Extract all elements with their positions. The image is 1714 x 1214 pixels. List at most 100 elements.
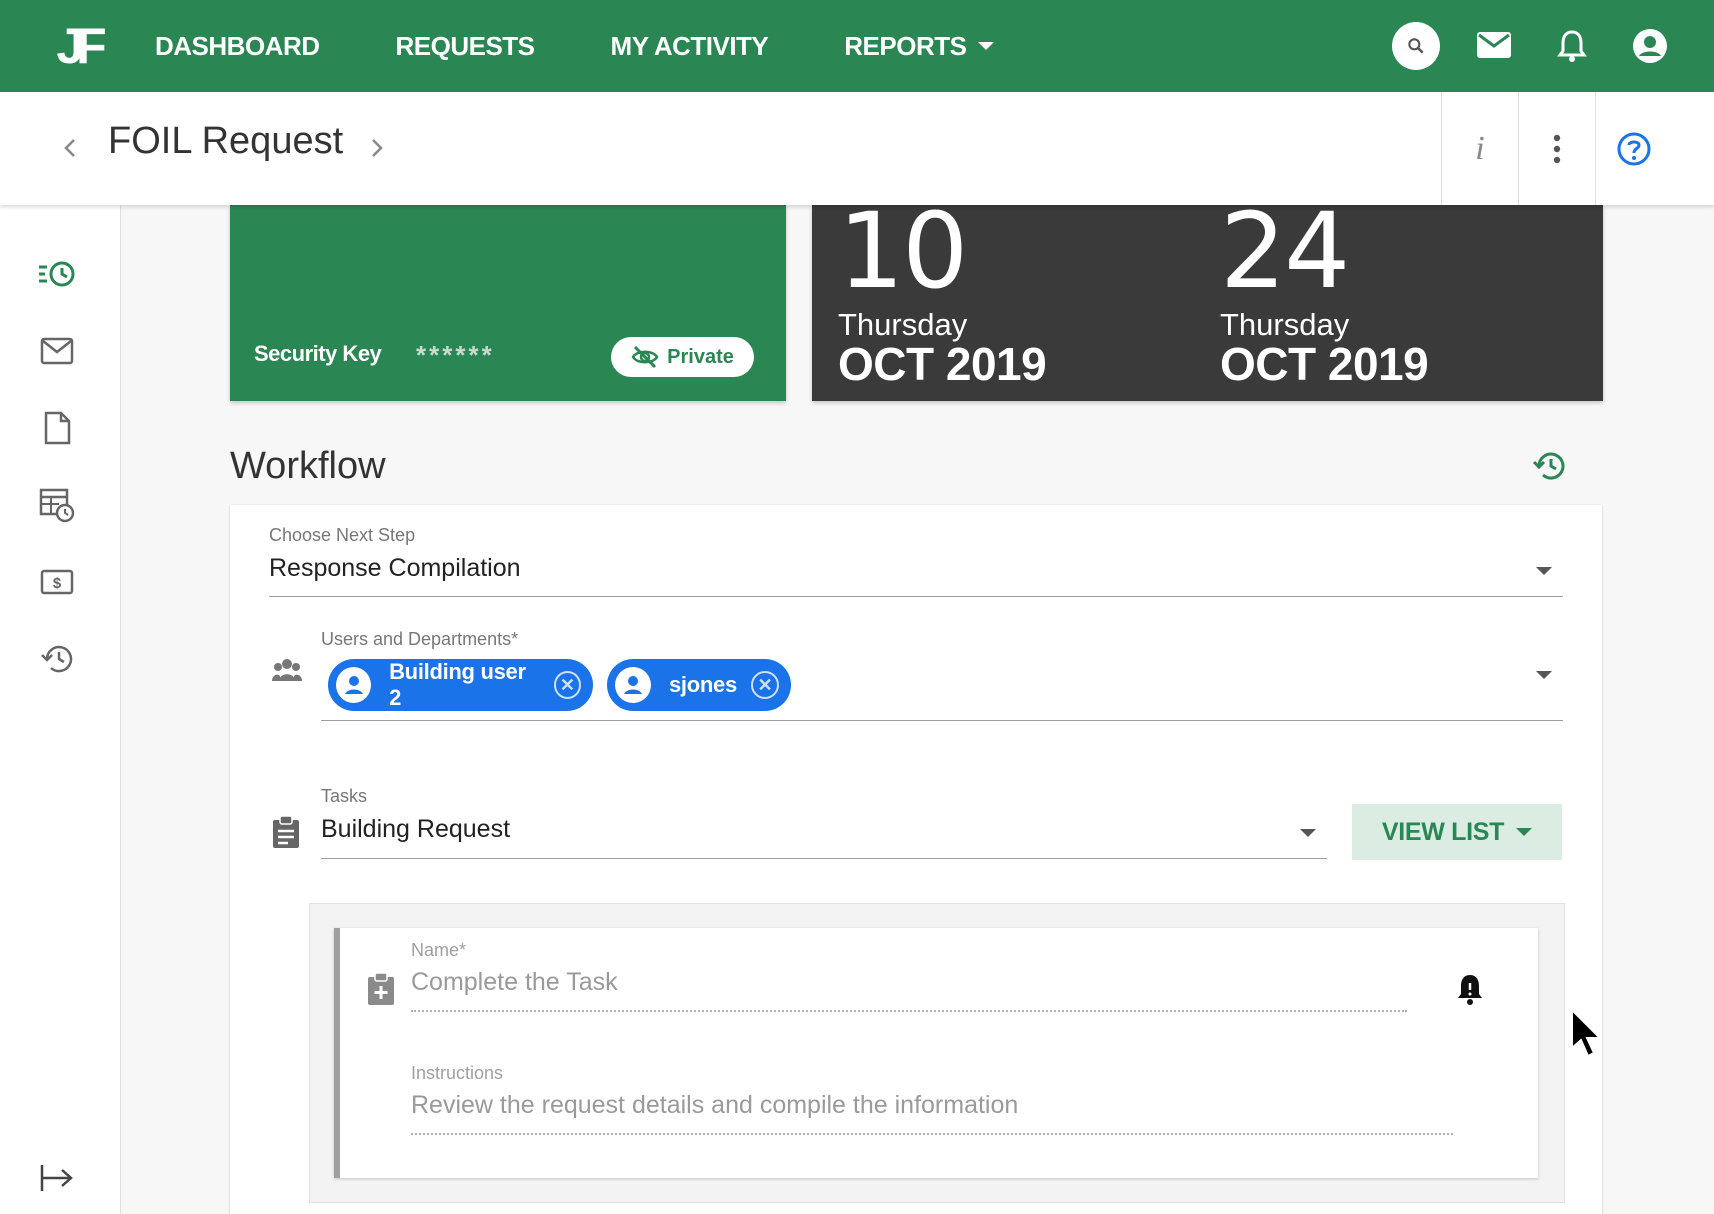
users-dropdown-caret-icon[interactable] (1536, 671, 1552, 679)
notifications-button[interactable] (1548, 22, 1596, 70)
users-underline (321, 720, 1563, 721)
view-list-button[interactable]: VIEW LIST (1352, 804, 1562, 860)
money-icon: $ (40, 569, 74, 595)
mouse-cursor-icon (1571, 1008, 1603, 1058)
next-step-label: Choose Next Step (269, 525, 416, 545)
eye-off-icon (631, 345, 659, 369)
reminder-bell-icon[interactable] (1455, 972, 1485, 1006)
sidebar-expand-button[interactable] (38, 1159, 76, 1197)
nav-my-activity[interactable]: MY ACTIVITY (611, 0, 769, 92)
security-key-value: ****** (416, 340, 495, 370)
more-options-button[interactable] (1518, 92, 1595, 205)
remove-chip-close-icon[interactable]: ✕ (553, 671, 581, 699)
view-list-caret-icon (1516, 828, 1533, 836)
bell-icon (1557, 30, 1587, 62)
account-circle-icon (1633, 29, 1667, 63)
workflow-title: Workflow (230, 445, 386, 487)
user-avatar-icon (336, 667, 372, 703)
clipboard-icon (273, 815, 299, 848)
reports-dropdown-caret-icon (978, 42, 995, 50)
chip-label: sjones (669, 672, 737, 697)
mail-outline-icon (40, 337, 74, 365)
more-vertical-icon (1553, 134, 1561, 163)
help-button[interactable] (1595, 92, 1672, 205)
nav-right-actions (1392, 0, 1674, 92)
page-title: FOIL Request (108, 120, 344, 162)
previous-request-button[interactable] (55, 130, 85, 166)
next-request-button[interactable] (362, 130, 392, 166)
search-icon (1408, 38, 1424, 54)
top-navigation-bar: JF DASHBOARD REQUESTS MY ACTIVITY REPORT… (0, 0, 1714, 92)
task-name-underline (411, 1010, 1407, 1012)
task-name-input[interactable]: Complete the Task (411, 968, 618, 997)
security-key-label: Security Key (254, 341, 382, 366)
history-icon (1532, 452, 1565, 480)
user-chip-sjones[interactable]: sjones ✕ (607, 659, 791, 711)
sidebar-item-schedule[interactable] (38, 486, 76, 524)
svg-text:$: $ (53, 575, 62, 592)
due-date-month-year: OCT 2019 (1220, 338, 1429, 390)
app-logo[interactable]: JF (0, 0, 155, 92)
dates-card: 10 Thursday OCT 2019 24 Thursday OCT 201… (812, 205, 1603, 401)
mail-icon (1477, 32, 1511, 58)
nav-requests-label: REQUESTS (395, 30, 536, 61)
sidebar-item-messages[interactable] (38, 332, 76, 370)
user-chip-building-user-2[interactable]: Building user 2 ✕ (328, 659, 593, 711)
nav-dashboard[interactable]: DASHBOARD (155, 0, 320, 92)
nav-dashboard-label: DASHBOARD (155, 30, 320, 61)
next-step-dropdown-caret-icon[interactable] (1536, 567, 1552, 575)
tasks-select[interactable]: Building Request (321, 815, 510, 844)
next-step-select[interactable]: Response Compilation (269, 554, 521, 583)
timeline-history-icon (39, 261, 75, 287)
page-header: FOIL Request i (0, 92, 1714, 205)
task-instructions-underline (411, 1133, 1453, 1135)
tasks-dropdown-caret-icon[interactable] (1300, 829, 1316, 837)
user-avatar-icon (615, 667, 651, 703)
task-item-card: Name* Complete the Task Instructions Rev… (334, 928, 1538, 1178)
due-date-day-number: 24 (1220, 205, 1350, 312)
task-name-label: Name* (411, 940, 467, 960)
view-list-label: VIEW LIST (1381, 817, 1505, 846)
tasks-underline (321, 858, 1327, 859)
help-circle-icon (1617, 132, 1651, 165)
nav-requests[interactable]: REQUESTS (395, 0, 536, 92)
sidebar-item-fees[interactable]: $ (38, 563, 76, 601)
logo-text: JF (56, 18, 106, 74)
chevron-right-icon (372, 139, 383, 157)
mail-button[interactable] (1470, 22, 1518, 70)
sidebar-item-history[interactable] (38, 640, 76, 678)
next-step-underline (269, 596, 1563, 597)
workflow-card: Choose Next Step Response Compilation Us… (230, 505, 1602, 1214)
remove-chip-close-icon[interactable]: ✕ (750, 671, 779, 699)
chip-label: Building user 2 (389, 659, 526, 710)
chevron-left-icon (64, 139, 75, 157)
private-toggle-button[interactable]: Private (611, 337, 754, 377)
task-instructions-input[interactable]: Review the request details and compile t… (411, 1091, 1018, 1120)
nav-my-activity-label: MY ACTIVITY (610, 30, 769, 61)
search-button[interactable] (1392, 22, 1440, 70)
expand-arrow-icon (40, 1165, 73, 1191)
nav-reports[interactable]: REPORTS (844, 0, 995, 92)
info-icon: i (1475, 129, 1485, 167)
document-icon (44, 411, 71, 445)
info-button[interactable]: i (1441, 92, 1518, 205)
history-icon (41, 645, 73, 673)
nav-reports-label: REPORTS (844, 30, 967, 61)
start-date-day-number: 10 (838, 205, 968, 312)
task-details-panel: Name* Complete the Task Instructions Rev… (309, 903, 1565, 1203)
main-content: Security Key ****** Private 10 Thursday … (121, 205, 1714, 1214)
left-sidebar: $ (0, 205, 121, 1214)
security-card: Security Key ****** Private (230, 205, 786, 401)
sidebar-item-timeline[interactable] (38, 255, 76, 293)
workflow-history-button[interactable] (1530, 447, 1568, 485)
task-instructions-label: Instructions (411, 1063, 504, 1083)
table-clock-icon (39, 488, 75, 523)
start-date-month-year: OCT 2019 (838, 338, 1047, 390)
users-departments-label: Users and Departments* (321, 629, 519, 649)
private-label: Private (667, 345, 734, 368)
sidebar-item-documents[interactable] (38, 409, 76, 447)
add-task-clipboard-icon (368, 972, 394, 1005)
account-button[interactable] (1626, 22, 1674, 70)
users-group-icon (272, 659, 302, 681)
tasks-label: Tasks (321, 786, 368, 806)
